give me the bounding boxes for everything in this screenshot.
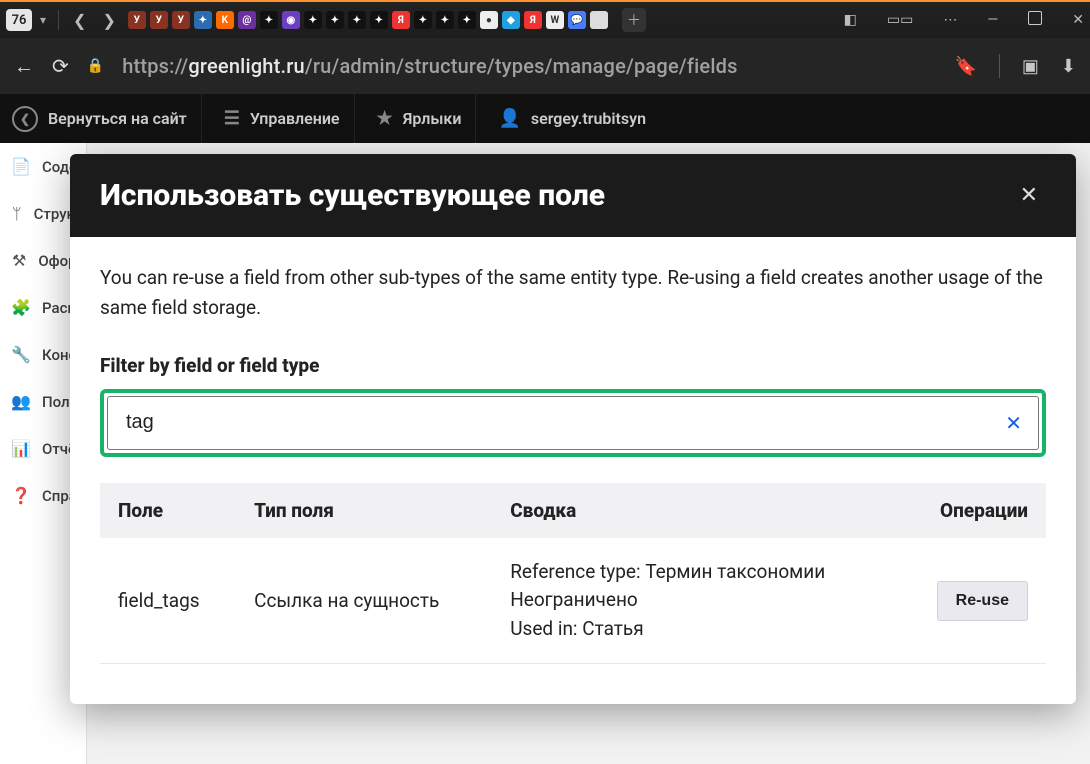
cell-operations: Re-use [899,538,1046,664]
separator [999,54,1000,78]
toolbar-user-label: sergey.trubitsyn [531,109,646,128]
toolbar-back-label: Вернуться на сайт [48,109,187,128]
filter-label: Filter by field or field type [100,354,1046,377]
favicon[interactable]: @ [238,11,256,29]
table-header-row: Поле Тип поля Сводка Операции [100,483,1046,538]
favicon[interactable]: ✦ [348,11,366,29]
tabnav-prev-icon[interactable]: ❮ [67,11,92,30]
favicon[interactable]: ✦ [436,11,454,29]
favicon[interactable]: ◆ [502,11,520,29]
url-path: /ru/admin/structure/types/manage/page/fi… [305,54,738,78]
favicon[interactable]: У [150,11,168,29]
dialog-body: You can re-use a field from other sub-ty… [70,237,1076,704]
new-tab-button[interactable]: ＋ [622,8,646,32]
window-maximize-button[interactable] [1028,11,1042,29]
dialog-title: Использовать существующее поле [100,178,605,213]
filter-field-focus-ring: ✕ [100,389,1046,457]
col-type: Тип поля [236,483,492,538]
favicon[interactable]: ✦ [326,11,344,29]
favicon[interactable]: У [128,11,146,29]
hierarchy-icon: ᛘ [12,204,22,223]
url-display[interactable]: https://greenlight.ru/ru/admin/structure… [122,54,737,78]
users-icon: 👥 [12,392,30,411]
toolbar-manage[interactable]: ☰ Управление [210,94,355,143]
reuse-field-dialog: Использовать существующее поле ✕ You can… [70,154,1076,704]
tabnav-next-icon[interactable]: ❯ [96,11,121,30]
toolbar-shortcuts[interactable]: ★ Ярлыки [363,94,477,143]
summary-line: Used in: Статья [510,615,880,644]
url-host: greenlight.ru [188,54,304,78]
address-bar: ← ⟳ 🔒 https://greenlight.ru/ru/admin/str… [0,38,1090,94]
favicon[interactable]: W [546,11,564,29]
favicon[interactable]: ✦ [260,11,278,29]
favicon[interactable]: ✦ [458,11,476,29]
col-summary: Сводка [492,483,898,538]
tab-favicons: У У У ✦ K @ ✦ ◉ ✦ ✦ ✦ ✦ Я ✦ ✦ ✦ ● ◆ Я W … [128,11,608,29]
puzzle-icon: 🧩 [12,298,30,317]
reuse-button[interactable]: Re-use [937,581,1028,621]
sidebar-toggle-icon[interactable]: ◧ [844,12,857,28]
cell-field-name: field_tags [100,538,236,664]
toolbar-shortcuts-label: Ярлыки [403,109,462,128]
toolbar-back-to-site[interactable]: ❮ Вернуться на сайт [10,94,202,143]
window-close-button[interactable]: ✕ [1072,12,1084,28]
col-field: Поле [100,483,236,538]
file-icon: 📄 [12,157,30,176]
gavel-icon: ⚒ [12,251,26,270]
fields-table: Поле Тип поля Сводка Операции field_tags… [100,483,1046,665]
window-controls: ◧ ▭▭ ⋯ — ✕ [844,11,1084,29]
user-icon: 👤 [498,108,520,129]
toolbar-manage-label: Управление [250,109,340,128]
clear-filter-button[interactable]: ✕ [1005,411,1022,435]
favicon[interactable]: ✦ [370,11,388,29]
chevron-left-icon: ❮ [12,106,38,132]
dialog-header: Использовать существующее поле ✕ [70,154,1076,237]
cell-summary: Reference type: Термин таксономии Неогра… [492,538,898,664]
table-row: field_tags Ссылка на сущность Reference … [100,538,1046,664]
favicon[interactable]: У [172,11,190,29]
dialog-description: You can re-use a field from other sub-ty… [100,263,1046,324]
toolbar-user[interactable]: 👤 sergey.trubitsyn [484,94,660,143]
favicon[interactable]: ● [480,11,498,29]
menu-icon[interactable]: ⋯ [943,12,957,28]
filter-input[interactable] [124,410,1005,435]
chevron-down-icon[interactable]: ▾ [36,13,50,27]
chart-icon: 📊 [12,439,30,458]
summary-line: Reference type: Термин таксономии [510,558,880,587]
lock-icon[interactable]: 🔒 [87,58,104,74]
star-icon: ★ [377,108,393,129]
filter-field: ✕ [107,396,1039,450]
col-operations: Операции [899,483,1046,538]
url-prefix: https:// [122,54,188,78]
bookmark-icon[interactable]: 🔖 [954,56,976,77]
favicon[interactable]: Я [392,11,410,29]
cell-field-type: Ссылка на сущность [236,538,492,664]
favicon[interactable]: Я [524,11,542,29]
window-minimize-button[interactable]: — [987,12,998,28]
tab-count-badge[interactable]: 76 [6,9,32,31]
wrench-icon: 🔧 [12,345,30,364]
library-icon[interactable]: ▭▭ [887,12,913,28]
favicon[interactable]: ◉ [282,11,300,29]
browser-tab-strip: 76 ▾ ❮ ❯ У У У ✦ K @ ✦ ◉ ✦ ✦ ✦ ✦ Я ✦ ✦ ✦… [0,0,1090,38]
admin-toolbar: ❮ Вернуться на сайт ☰ Управление ★ Ярлык… [0,94,1090,143]
favicon[interactable]: ✦ [304,11,322,29]
favicon[interactable]: 💬 [568,11,586,29]
hamburger-icon: ☰ [224,108,240,129]
nav-back-button[interactable]: ← [14,54,34,79]
favicon[interactable] [590,11,608,29]
favicon[interactable]: ✦ [194,11,212,29]
collections-icon[interactable]: ▣ [1022,56,1039,77]
dialog-close-button[interactable]: ✕ [1012,179,1046,212]
separator [58,10,59,30]
nav-reload-button[interactable]: ⟳ [52,54,69,78]
summary-line: Неограничено [510,586,880,615]
favicon[interactable]: ✦ [414,11,432,29]
download-icon[interactable]: ⬇ [1061,56,1076,77]
favicon[interactable]: K [216,11,234,29]
help-icon: ❓ [12,486,30,505]
